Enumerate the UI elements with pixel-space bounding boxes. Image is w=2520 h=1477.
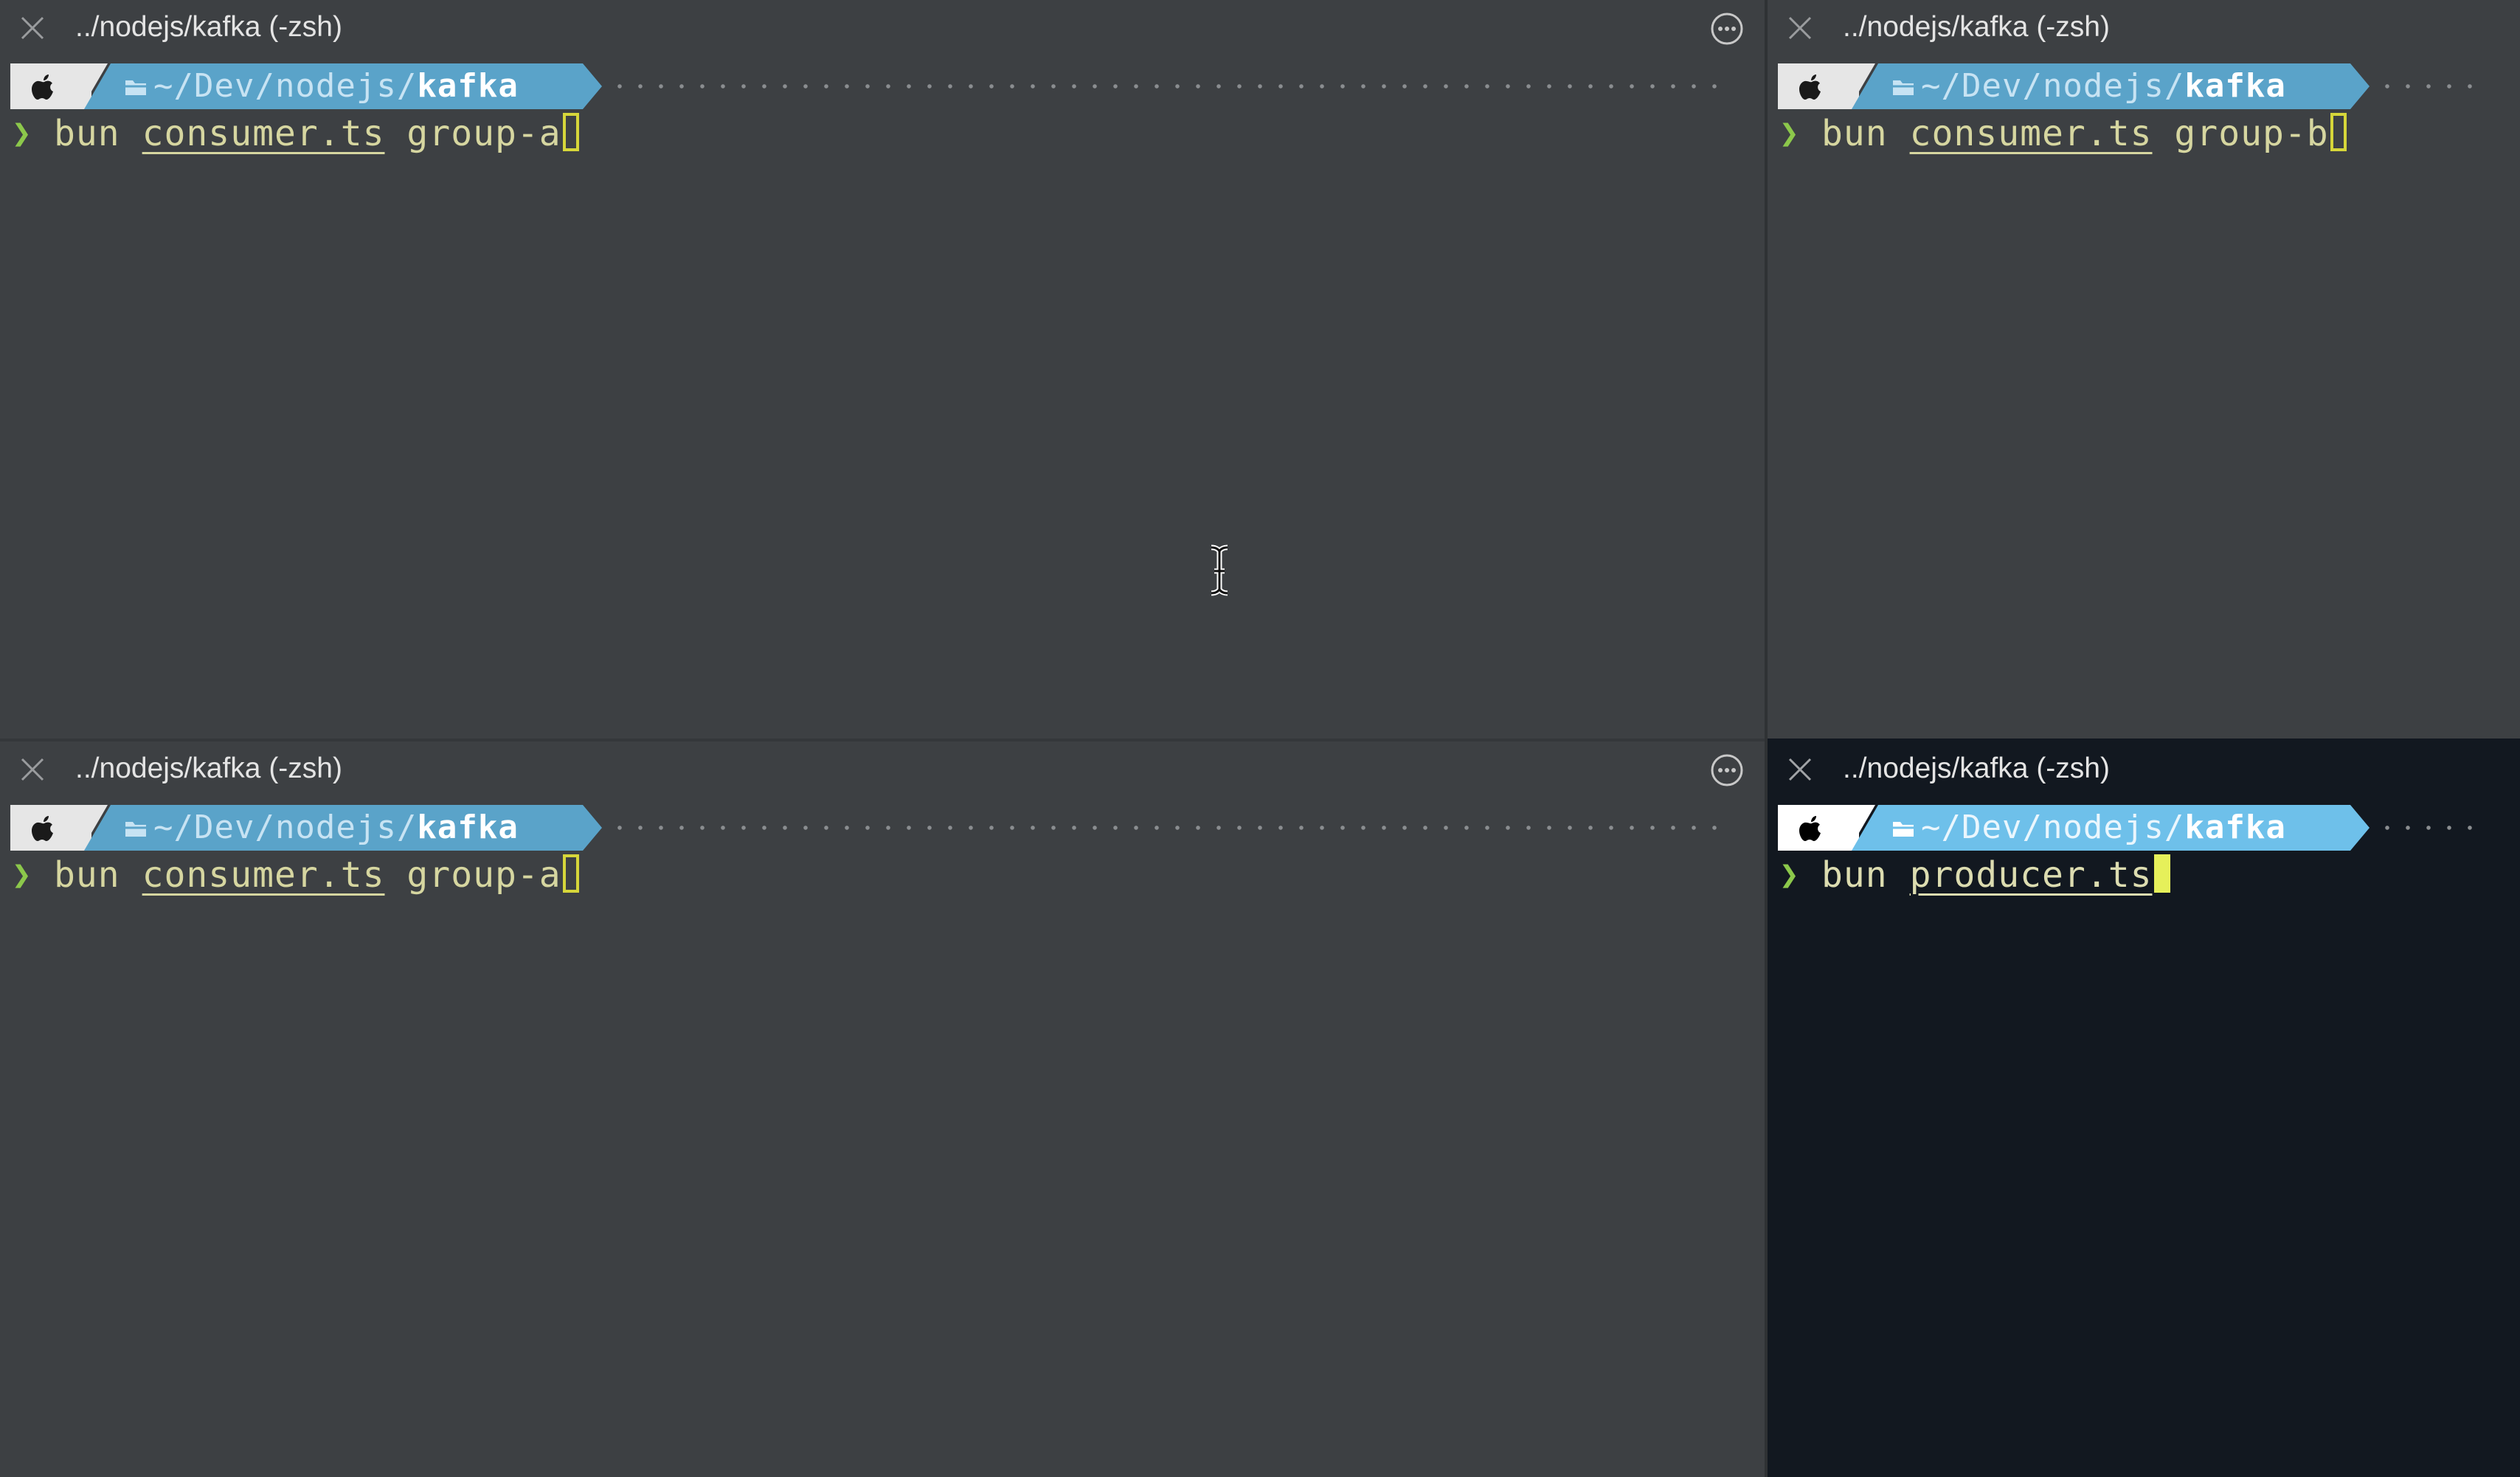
prompt-segment-bar: ~/Dev/nodejs/kafka [1778,805,2520,851]
chevron-right-icon: ❯ [1779,856,1799,893]
text-cursor [562,113,579,151]
current-dir: kafka [2184,809,2286,846]
pane-title: ../nodejs/kafka (-zsh) [1843,753,2110,784]
path-text: ~/Dev/nodejs/kafka [1921,67,2286,105]
close-icon[interactable] [1785,755,1815,784]
os-segment [1778,805,1859,851]
prompt-filler-dots [609,826,1728,830]
command-file: consumer.ts [142,854,385,896]
segment-arrow [2350,63,2370,109]
command-file: producer.ts [1909,854,2153,896]
chevron-right-icon: ❯ [1779,114,1799,152]
command-text: bun producer.ts [1821,852,2170,898]
chevron-right-icon: ❯ [12,856,32,893]
pane-title-bar: ../nodejs/kafka (-zsh) [0,0,1765,58]
path-text: ~/Dev/nodejs/kafka [153,809,519,846]
prompt-segment-bar: ~/Dev/nodejs/kafka [10,63,1765,109]
text-cursor [2153,854,2170,893]
folder-icon [1893,80,1914,95]
text-cursor [2330,113,2347,151]
path-text: ~/Dev/nodejs/kafka [153,67,519,105]
command-file: consumer.ts [1909,113,2153,154]
path-segment: ~/Dev/nodejs/kafka [84,805,583,851]
os-segment [10,63,91,109]
pane-title: ../nodejs/kafka (-zsh) [75,753,342,784]
more-icon[interactable] [1709,752,1745,789]
path-segment: ~/Dev/nodejs/kafka [1852,805,2350,851]
path-segment: ~/Dev/nodejs/kafka [1852,63,2350,109]
current-dir: kafka [417,809,519,846]
prompt-filler-dots [609,84,1728,89]
terminal-pane-top-right[interactable]: ../nodejs/kafka (-zsh) ~/Dev/nodejs/kafk… [1768,0,2520,738]
current-dir: kafka [417,67,519,105]
text-ibeam-cursor-icon [1211,544,1228,596]
os-segment [1778,63,1859,109]
prompt-segment-bar: ~/Dev/nodejs/kafka [10,805,1765,851]
folder-icon [1893,822,1914,837]
path-text: ~/Dev/nodejs/kafka [1921,809,2286,846]
text-cursor [562,854,579,893]
command-text: bun consumer.ts group-a [54,111,579,156]
segment-arrow [583,805,602,851]
folder-icon [125,822,146,837]
terminal-pane-bottom-right[interactable]: ../nodejs/kafka (-zsh) ~/Dev/nodejs/kafk… [1768,741,2520,1477]
os-segment [10,805,91,851]
current-dir: kafka [2184,67,2286,105]
pane-title: ../nodejs/kafka (-zsh) [75,11,342,43]
apple-icon [1799,75,1821,100]
apple-icon [32,75,53,100]
command-arg: group-b [2174,113,2329,154]
command-file: consumer.ts [142,113,385,154]
chevron-right-icon: ❯ [12,114,32,152]
pane-title: ../nodejs/kafka (-zsh) [1843,11,2110,43]
pane-title-bar: ../nodejs/kafka (-zsh) [1768,0,2520,58]
apple-icon [32,816,53,841]
prompt-filler-dots [2377,84,2483,89]
pane-title-bar: ../nodejs/kafka (-zsh) [0,741,1765,799]
close-icon[interactable] [1785,13,1815,43]
path-segment: ~/Dev/nodejs/kafka [84,63,583,109]
prompt-filler-dots [2377,826,2483,830]
close-icon[interactable] [18,13,47,43]
segment-arrow [2350,805,2370,851]
command-text: bun consumer.ts group-a [54,852,579,898]
prompt-segment-bar: ~/Dev/nodejs/kafka [1778,63,2520,109]
folder-icon [125,80,146,95]
command-text: bun consumer.ts group-b [1821,111,2347,156]
command-arg: group-a [406,113,561,154]
pane-title-bar: ../nodejs/kafka (-zsh) [1768,741,2520,799]
command-arg: group-a [406,854,561,896]
more-icon[interactable] [1709,10,1745,47]
terminal-pane-top-left[interactable]: ../nodejs/kafka (-zsh) ~/Dev/nodejs/kafk… [0,0,1765,738]
segment-arrow [583,63,602,109]
close-icon[interactable] [18,755,47,784]
terminal-pane-bottom-left[interactable]: ../nodejs/kafka (-zsh) ~/Dev/nodejs/kafk… [0,741,1765,1477]
apple-icon [1799,816,1821,841]
